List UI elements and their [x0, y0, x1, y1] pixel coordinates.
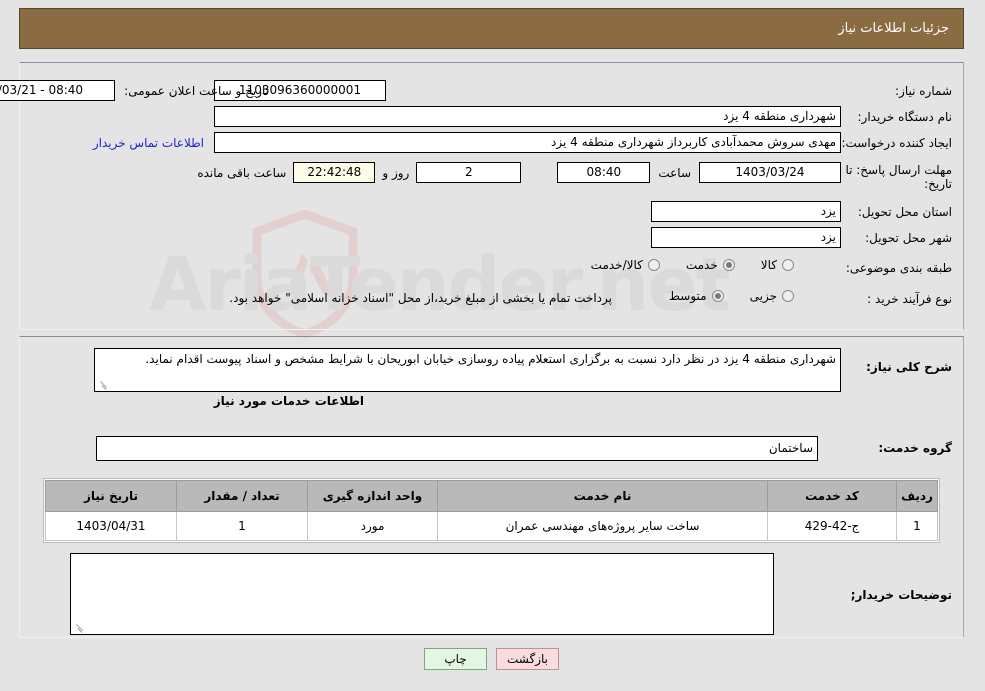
radio-icon[interactable]: [783, 290, 795, 302]
purchase-option-label: متوسط: [669, 289, 708, 303]
city-field-wrap: یزد: [652, 227, 842, 248]
page-title: جزئیات اطلاعات نیاز: [839, 21, 950, 36]
table-header-row: ردیف کد خدمت نام خدمت واحد اندازه گیری ت…: [46, 480, 939, 512]
radio-icon[interactable]: [723, 259, 736, 271]
creator-field-wrap: مهدی سروش محمدآبادی کاربرداز شهرداری منط…: [94, 132, 842, 153]
classification-option-label: خدمت: [686, 258, 719, 272]
back-button[interactable]: بازگشت: [497, 648, 560, 670]
public-announce-wrap: تاریخ و ساعت اعلان عمومی: 08:40 - 1403/0…: [0, 80, 270, 101]
col-name: نام خدمت: [438, 480, 769, 512]
city-value[interactable]: یزد: [652, 227, 842, 248]
radio-icon[interactable]: [712, 290, 725, 302]
deadline-label: مهلت ارسال پاسخ: تا تاریخ:: [846, 163, 953, 191]
creator-label: ایجاد کننده درخواست:: [842, 136, 953, 150]
purchase-option-jozee[interactable]: جزیی: [751, 289, 795, 303]
col-unit: واحد اندازه گیری: [308, 480, 439, 512]
creator-value[interactable]: مهدی سروش محمدآبادی کاربرداز شهرداری منط…: [215, 132, 842, 153]
cell-radif: 1: [897, 511, 939, 541]
cell-unit: مورد: [308, 511, 439, 541]
services-section-heading: اطلاعات خدمات مورد نیاز: [214, 394, 365, 408]
radio-icon[interactable]: [783, 259, 795, 271]
col-code: کد خدمت: [768, 480, 898, 512]
classification-option-khedmat[interactable]: خدمت: [687, 258, 736, 272]
time-remaining-value: 22:42:48: [294, 162, 377, 183]
print-button[interactable]: چاپ: [425, 648, 488, 670]
buyer-org-field-wrap: شهرداری منطقه 4 یزد: [215, 106, 842, 127]
classification-option-kala-khedmat[interactable]: کالا/خدمت: [592, 258, 661, 272]
buyer-contact-link[interactable]: اطلاعات تماس خریدار: [94, 136, 205, 150]
remaining-suffix-label: ساعت باقی مانده: [198, 165, 288, 180]
table-row[interactable]: 1 ج-42-429 ساخت سایر پروژه‌های مهندسی عم…: [46, 511, 939, 541]
service-group-field-wrap: ساختمان: [97, 436, 819, 461]
cell-qty: 1: [177, 511, 309, 541]
radio-icon[interactable]: [648, 259, 661, 271]
col-qty: تعداد / مقدار: [177, 480, 309, 512]
deadline-hour-value[interactable]: 08:40: [558, 162, 652, 183]
cell-code: ج-42-429: [768, 511, 898, 541]
deadline-row: 1403/03/24 ساعت 08:40 2 روز و 22:42:48 س…: [198, 162, 842, 183]
classification-radio-group: کالا خدمت کالا/خدمت: [566, 258, 795, 272]
page-header-bar: جزئیات اطلاعات نیاز: [20, 8, 965, 49]
description-label: شرح کلی نیاز:: [867, 360, 953, 374]
need-number-label: شماره نیاز:: [896, 84, 953, 98]
cell-date: 1403/04/31: [46, 511, 178, 541]
cell-name: ساخت سایر پروژه‌های مهندسی عمران: [438, 511, 769, 541]
services-table: ردیف کد خدمت نام خدمت واحد اندازه گیری ت…: [46, 480, 939, 541]
resize-grip-icon: [99, 380, 109, 390]
buyer-org-label: نام دستگاه خریدار:: [858, 110, 954, 124]
col-date: تاریخ نیاز: [46, 480, 178, 512]
description-value: شهرداری منطقه 4 یزد در نظر دارد نسبت به …: [146, 352, 837, 366]
buyer-notes-label: توضیحات خریدار;: [851, 588, 953, 602]
city-label: شهر محل تحویل:: [866, 231, 953, 245]
col-radif: ردیف: [897, 480, 939, 512]
classification-option-kala[interactable]: کالا: [762, 258, 795, 272]
public-announce-label: تاریخ و ساعت اعلان عمومی:: [125, 83, 270, 98]
days-remaining-value: 2: [417, 162, 523, 183]
deadline-date-value[interactable]: 1403/03/24: [700, 162, 842, 183]
services-table-wrap: ردیف کد خدمت نام خدمت واحد اندازه گیری ت…: [44, 478, 941, 543]
province-label: استان محل تحویل:: [858, 205, 953, 219]
resize-grip-icon: [75, 623, 85, 633]
public-announce-value: 08:40 - 1403/03/21: [0, 80, 117, 101]
province-value[interactable]: یزد: [652, 201, 842, 222]
buyer-org-value[interactable]: شهرداری منطقه 4 یزد: [215, 106, 842, 127]
purchase-note-wrap: پرداخت تمام یا بخشی از مبلغ خرید،از محل …: [230, 291, 613, 305]
need-info-panel: [20, 62, 965, 330]
classification-option-label: کالا/خدمت: [591, 258, 644, 272]
service-group-value[interactable]: ساختمان: [97, 436, 819, 461]
purchase-type-label: نوع فرآیند خرید :: [868, 292, 953, 306]
hour-label: ساعت: [659, 165, 692, 180]
purchase-option-label: جزیی: [750, 289, 778, 303]
purchase-option-motevaset[interactable]: متوسط: [670, 289, 725, 303]
description-textarea[interactable]: شهرداری منطقه 4 یزد در نظر دارد نسبت به …: [95, 348, 842, 392]
classification-label: طبقه بندی موضوعی:: [846, 261, 953, 275]
service-group-label: گروه خدمت:: [879, 441, 953, 455]
province-field-wrap: یزد: [652, 201, 842, 222]
classification-option-label: کالا: [761, 258, 778, 272]
buyer-notes-textarea[interactable]: [71, 553, 775, 635]
purchase-type-radio-group: جزیی متوسط: [644, 289, 795, 303]
days-word-label: روز و: [383, 165, 411, 180]
purchase-note: پرداخت تمام یا بخشی از مبلغ خرید،از محل …: [230, 291, 613, 305]
footer-button-bar: بازگشت چاپ: [0, 648, 985, 670]
